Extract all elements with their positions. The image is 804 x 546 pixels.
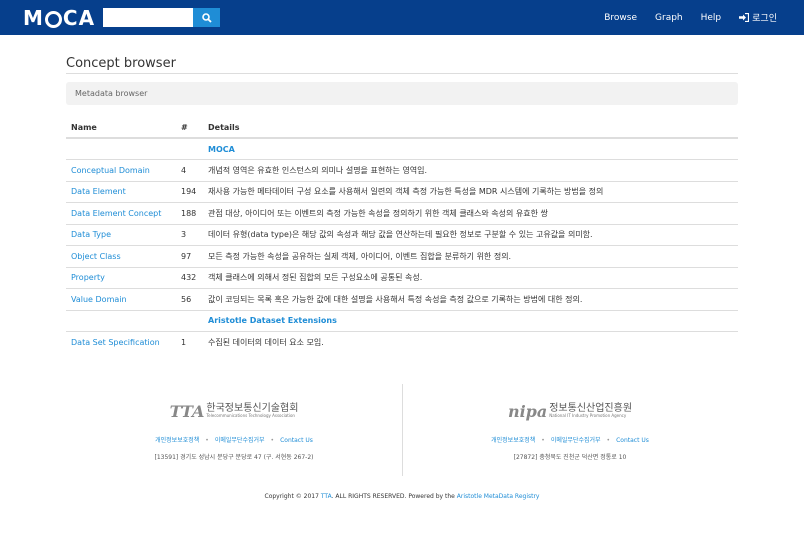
concept-count: 56	[176, 288, 203, 310]
title-divider	[66, 73, 738, 74]
copyright-prefix: Copyright © 2017	[264, 493, 319, 500]
nipa-footer-links: 개인정보보호정책 • 이메일무단수집거부 • Contact Us	[402, 435, 738, 444]
aristotle-registry-link[interactable]: Aristotle MetaData Registry	[457, 493, 540, 500]
table-row: Data Set Specification 1 수집된 데이터의 데이터 요소…	[66, 331, 738, 353]
concept-link[interactable]: Data Set Specification	[71, 338, 160, 347]
moca-logo[interactable]: M CA	[23, 6, 96, 30]
logo-text-end: CA	[62, 6, 96, 30]
nipa-logo: nipa 정보통신산업진흥원 National IT Industry Prom…	[402, 398, 738, 424]
table-row: Data Type 3 데이터 유형(data type)은 해당 값의 속성과…	[66, 223, 738, 246]
nav-graph[interactable]: Graph	[655, 13, 683, 23]
header-count: #	[176, 118, 203, 139]
nav-browse[interactable]: Browse	[604, 13, 637, 23]
tta-footer-links: 개인정보보호정책 • 이메일무단수집거부 • Contact Us	[66, 435, 402, 444]
nav-login[interactable]: 로그인	[739, 11, 777, 24]
table-row: Conceptual Domain 4 개념적 영역은 유효한 인스턴스의 의미…	[66, 159, 738, 181]
nav-help-label: Help	[700, 12, 722, 23]
concept-details: 수집된 데이터의 데이터 요소 모임.	[203, 331, 738, 353]
tta-link[interactable]: TTA	[321, 493, 332, 500]
table-row: Object Class 97 모든 측정 가능한 속성을 공유하는 실제 객체…	[66, 245, 738, 267]
section-spacer	[66, 309, 176, 332]
nav-browse-label: Browse	[604, 12, 638, 23]
tta-logo: TTA 한국정보통신기술협회 Telecommunications Techno…	[66, 398, 402, 424]
nav-links: Browse Graph Help 로그인	[586, 0, 777, 35]
search-input[interactable]	[103, 8, 193, 27]
table-row: Data Element 194 재사용 가능한 메타데이터 구성 요소를 사용…	[66, 180, 738, 203]
section-title-aristotle-dataset-extensions: Aristotle Dataset Extensions	[203, 309, 738, 332]
concept-count: 194	[176, 180, 203, 203]
section-title-moca: MOCA	[203, 137, 738, 160]
concept-details: 데이터 유형(data type)은 해당 값의 속성과 해당 값을 연산하는데…	[203, 223, 738, 246]
concept-table: Name # Details MOCA Conceptual Domain 4 …	[66, 118, 738, 353]
concept-count: 4	[176, 159, 203, 181]
section-row: MOCA	[66, 137, 738, 160]
concept-count: 432	[176, 266, 203, 289]
table-row: Property 432 객체 클래스에 의해서 정된 집합의 모든 구성요소에…	[66, 266, 738, 289]
privacy-policy-link[interactable]: 개인정보보호정책	[155, 437, 199, 444]
concept-link[interactable]: Data Element Concept	[71, 209, 161, 218]
section-spacer	[176, 137, 203, 160]
header-name: Name	[66, 118, 176, 139]
copyright: Copyright © 2017 TTA. ALL RIGHTS RESERVE…	[0, 493, 804, 500]
concept-details: 개념적 영역은 유효한 인스턴스의 의미나 설명을 표현하는 영역임.	[203, 159, 738, 181]
link-separator: •	[541, 437, 545, 444]
page-title: Concept browser	[66, 56, 176, 71]
tta-address: [13591] 경기도 성남시 분당구 분당로 47 (구. 서현동 267-2…	[154, 454, 314, 461]
email-refusal-link[interactable]: 이메일무단수집거부	[215, 437, 265, 444]
tta-logo-mark: TTA	[169, 401, 205, 421]
top-navbar: M CA Browse Graph Help 로그인	[0, 0, 804, 35]
link-separator: •	[270, 437, 275, 444]
search-button[interactable]	[193, 8, 220, 27]
logo-text-start: M	[23, 6, 44, 30]
concept-link[interactable]: Data Element	[71, 187, 126, 196]
nav-help[interactable]: Help	[701, 13, 722, 23]
link-separator: •	[606, 437, 611, 444]
link-separator: •	[205, 437, 209, 444]
concept-link[interactable]: Value Domain	[71, 295, 127, 304]
contact-us-link[interactable]: Contact Us	[280, 437, 313, 444]
login-icon	[739, 13, 750, 22]
concept-count: 188	[176, 202, 203, 224]
concept-link[interactable]: Property	[71, 273, 105, 282]
table-row: Value Domain 56 값이 코딩되는 목록 혹은 가능한 값에 대한 …	[66, 288, 738, 310]
table-header-row: Name # Details	[66, 118, 738, 139]
header-details: Details	[203, 118, 738, 139]
concept-details: 객체 클래스에 의해서 정된 집합의 모든 구성요소에 공통된 속성.	[203, 266, 738, 289]
concept-link[interactable]: Object Class	[71, 252, 121, 261]
nipa-org-name-en: National IT Industry Promotion Agency	[549, 413, 627, 418]
breadcrumb-item: Metadata browser	[75, 89, 148, 98]
copyright-middle: . ALL RIGHTS RESERVED. Powered by the	[331, 493, 455, 500]
privacy-policy-link[interactable]: 개인정보보호정책	[491, 437, 535, 444]
concept-details: 재사용 가능한 메타데이터 구성 요소를 사용해서 일련의 객체 측정 가능한 …	[203, 180, 738, 203]
contact-us-link[interactable]: Contact Us	[616, 437, 649, 444]
concept-link[interactable]: Data Type	[71, 230, 111, 239]
table-row: Data Element Concept 188 관점 대상, 아이디어 또는 …	[66, 202, 738, 224]
section-spacer	[176, 309, 203, 332]
concept-details: 모든 측정 가능한 속성을 공유하는 실제 객체, 아이디어, 이벤트 집합을 …	[203, 245, 738, 267]
nav-login-label: 로그인	[752, 14, 777, 24]
section-row: Aristotle Dataset Extensions	[66, 309, 738, 332]
footer-tta: TTA 한국정보통신기술협회 Telecommunications Techno…	[66, 398, 402, 462]
concept-details: 관점 대상, 아이디어 또는 이벤트의 측정 가능한 속성을 정의하기 위한 객…	[203, 202, 738, 224]
tta-org-name-en: Telecommunications Technology Associatio…	[206, 413, 295, 418]
concept-count: 3	[176, 223, 203, 246]
concept-count: 1	[176, 331, 203, 353]
nipa-address: [27872] 충청북도 진천군 덕산면 정통로 10	[513, 454, 627, 461]
logo-o-mark	[44, 10, 62, 28]
nipa-logo-mark: nipa	[507, 401, 548, 421]
nav-graph-label: Graph	[655, 12, 683, 23]
concept-count: 97	[176, 245, 203, 267]
breadcrumb: Metadata browser	[66, 82, 738, 105]
email-refusal-link[interactable]: 이메일무단수집거부	[551, 437, 601, 444]
concept-details: 값이 코딩되는 목록 혹은 가능한 값에 대한 설명을 사용해서 특정 속성을 …	[203, 288, 738, 310]
concept-link[interactable]: Conceptual Domain	[71, 166, 150, 175]
section-spacer	[66, 137, 176, 160]
search-icon	[201, 12, 212, 23]
footer-nipa: nipa 정보통신산업진흥원 National IT Industry Prom…	[402, 398, 738, 462]
